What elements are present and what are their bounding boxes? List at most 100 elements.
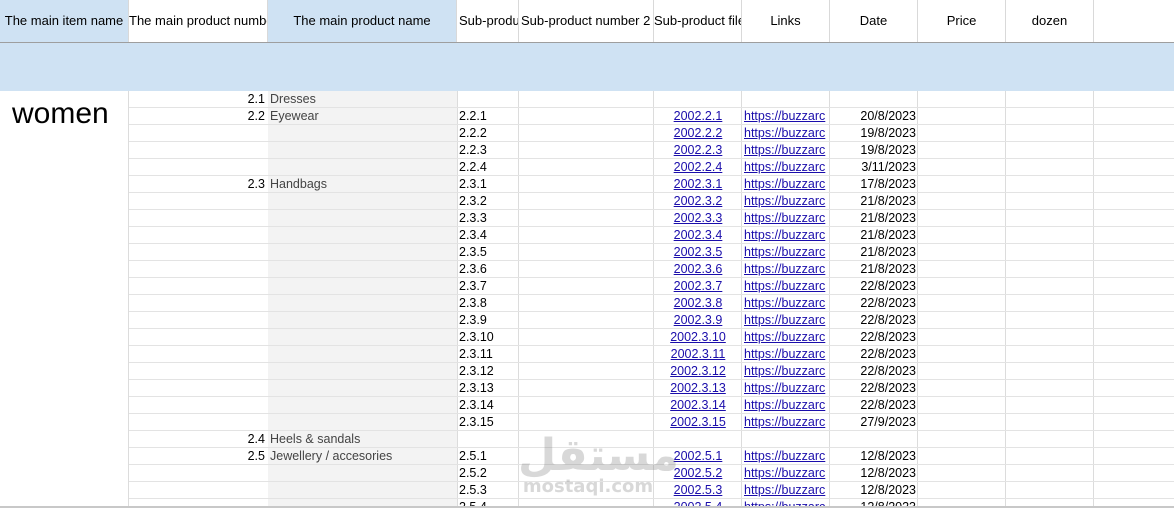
dozen-cell[interactable] (1006, 431, 1094, 448)
product-name-cell[interactable] (270, 193, 459, 210)
sub-product-cell[interactable]: 2.3.14 (459, 397, 519, 414)
sub-product-cell[interactable] (459, 431, 519, 448)
sub-product-file-link[interactable]: 2002.2.2 (654, 125, 742, 142)
date-cell[interactable]: 3/11/2023 (830, 159, 916, 176)
link-cell[interactable]: https://buzzarc (744, 244, 830, 261)
product-name-cell[interactable] (270, 159, 459, 176)
product-name-cell[interactable] (270, 329, 459, 346)
sub-product-file-link[interactable]: 2002.3.8 (654, 295, 742, 312)
sub-product-number-2-cell[interactable] (519, 159, 654, 176)
link-cell[interactable]: https://buzzarc (744, 125, 830, 142)
sub-product-cell[interactable]: 2.3.13 (459, 380, 519, 397)
sub-product-cell[interactable]: 2.3.9 (459, 312, 519, 329)
product-name-cell[interactable]: Dresses (270, 91, 459, 108)
sub-product-cell[interactable]: 2.5.3 (459, 482, 519, 499)
dozen-cell[interactable] (1006, 278, 1094, 295)
header-price[interactable]: Price (918, 0, 1006, 42)
header-main-product-number[interactable]: The main product numbe (129, 0, 268, 42)
product-number-cell[interactable] (129, 142, 265, 159)
sub-product-number-2-cell[interactable] (519, 482, 654, 499)
sub-product-cell[interactable]: 2.3.8 (459, 295, 519, 312)
dozen-cell[interactable] (1006, 108, 1094, 125)
sub-product-number-2-cell[interactable] (519, 210, 654, 227)
header-sub-product-number-2[interactable]: Sub-product number 2 (519, 0, 654, 42)
dozen-cell[interactable] (1006, 363, 1094, 380)
sub-product-number-2-cell[interactable] (519, 278, 654, 295)
price-cell[interactable] (918, 312, 1006, 329)
date-cell[interactable]: 17/8/2023 (830, 176, 916, 193)
sub-product-file-link[interactable]: 2002.3.3 (654, 210, 742, 227)
link-cell[interactable]: https://buzzarc (744, 159, 830, 176)
dozen-cell[interactable] (1006, 346, 1094, 363)
price-cell[interactable] (918, 397, 1006, 414)
link-cell[interactable]: https://buzzarc (744, 210, 830, 227)
product-name-cell[interactable] (270, 244, 459, 261)
sub-product-number-2-cell[interactable] (519, 431, 654, 448)
link-cell[interactable]: https://buzzarc (744, 176, 830, 193)
dozen-cell[interactable] (1006, 312, 1094, 329)
sub-product-file-link[interactable]: 2002.2.4 (654, 159, 742, 176)
link-cell[interactable]: https://buzzarc (744, 142, 830, 159)
product-number-cell[interactable] (129, 380, 265, 397)
dozen-cell[interactable] (1006, 159, 1094, 176)
product-name-cell[interactable] (270, 380, 459, 397)
dozen-cell[interactable] (1006, 244, 1094, 261)
date-cell[interactable]: 19/8/2023 (830, 142, 916, 159)
date-cell[interactable] (830, 91, 916, 108)
link-cell[interactable]: https://buzzarc (744, 346, 830, 363)
price-cell[interactable] (918, 210, 1006, 227)
product-name-cell[interactable] (270, 142, 459, 159)
date-cell[interactable]: 21/8/2023 (830, 193, 916, 210)
product-name-cell[interactable] (270, 295, 459, 312)
product-number-cell[interactable]: 2.1 (129, 91, 265, 108)
dozen-cell[interactable] (1006, 227, 1094, 244)
sub-product-file-link[interactable]: 2002.3.12 (654, 363, 742, 380)
date-cell[interactable]: 22/8/2023 (830, 363, 916, 380)
price-cell[interactable] (918, 142, 1006, 159)
product-number-cell[interactable] (129, 278, 265, 295)
sub-product-number-2-cell[interactable] (519, 244, 654, 261)
sub-product-cell[interactable] (459, 91, 519, 108)
sub-product-number-2-cell[interactable] (519, 125, 654, 142)
product-name-cell[interactable] (270, 482, 459, 499)
price-cell[interactable] (918, 448, 1006, 465)
sub-product-cell[interactable]: 2.3.12 (459, 363, 519, 380)
price-cell[interactable] (918, 244, 1006, 261)
sub-product-cell[interactable]: 2.3.11 (459, 346, 519, 363)
price-cell[interactable] (918, 431, 1006, 448)
product-number-cell[interactable]: 2.5 (129, 448, 265, 465)
sub-product-number-2-cell[interactable] (519, 176, 654, 193)
date-cell[interactable]: 20/8/2023 (830, 108, 916, 125)
price-cell[interactable] (918, 227, 1006, 244)
link-cell[interactable]: https://buzzarc (744, 465, 830, 482)
product-number-cell[interactable] (129, 261, 265, 278)
header-date[interactable]: Date (830, 0, 918, 42)
dozen-cell[interactable] (1006, 295, 1094, 312)
dozen-cell[interactable] (1006, 91, 1094, 108)
main-item-cell[interactable]: women (12, 97, 109, 131)
date-cell[interactable]: 22/8/2023 (830, 312, 916, 329)
sub-product-file-link[interactable]: 2002.2.1 (654, 108, 742, 125)
sub-product-file-link[interactable]: 2002.3.13 (654, 380, 742, 397)
sub-product-file-link[interactable]: 2002.3.9 (654, 312, 742, 329)
price-cell[interactable] (918, 278, 1006, 295)
dozen-cell[interactable] (1006, 261, 1094, 278)
product-name-cell[interactable]: Heels & sandals (270, 431, 459, 448)
sub-product-cell[interactable]: 2.3.10 (459, 329, 519, 346)
sub-product-number-2-cell[interactable] (519, 397, 654, 414)
link-cell[interactable]: https://buzzarc (744, 363, 830, 380)
price-cell[interactable] (918, 261, 1006, 278)
sub-product-cell[interactable]: 2.3.7 (459, 278, 519, 295)
sub-product-cell[interactable]: 2.2.2 (459, 125, 519, 142)
header-links[interactable]: Links (742, 0, 830, 42)
dozen-cell[interactable] (1006, 465, 1094, 482)
price-cell[interactable] (918, 193, 1006, 210)
sub-product-number-2-cell[interactable] (519, 363, 654, 380)
product-name-cell[interactable] (270, 312, 459, 329)
price-cell[interactable] (918, 380, 1006, 397)
price-cell[interactable] (918, 125, 1006, 142)
sub-product-number-2-cell[interactable] (519, 465, 654, 482)
product-number-cell[interactable] (129, 210, 265, 227)
sub-product-number-2-cell[interactable] (519, 261, 654, 278)
sub-product-file-link[interactable]: 2002.3.7 (654, 278, 742, 295)
